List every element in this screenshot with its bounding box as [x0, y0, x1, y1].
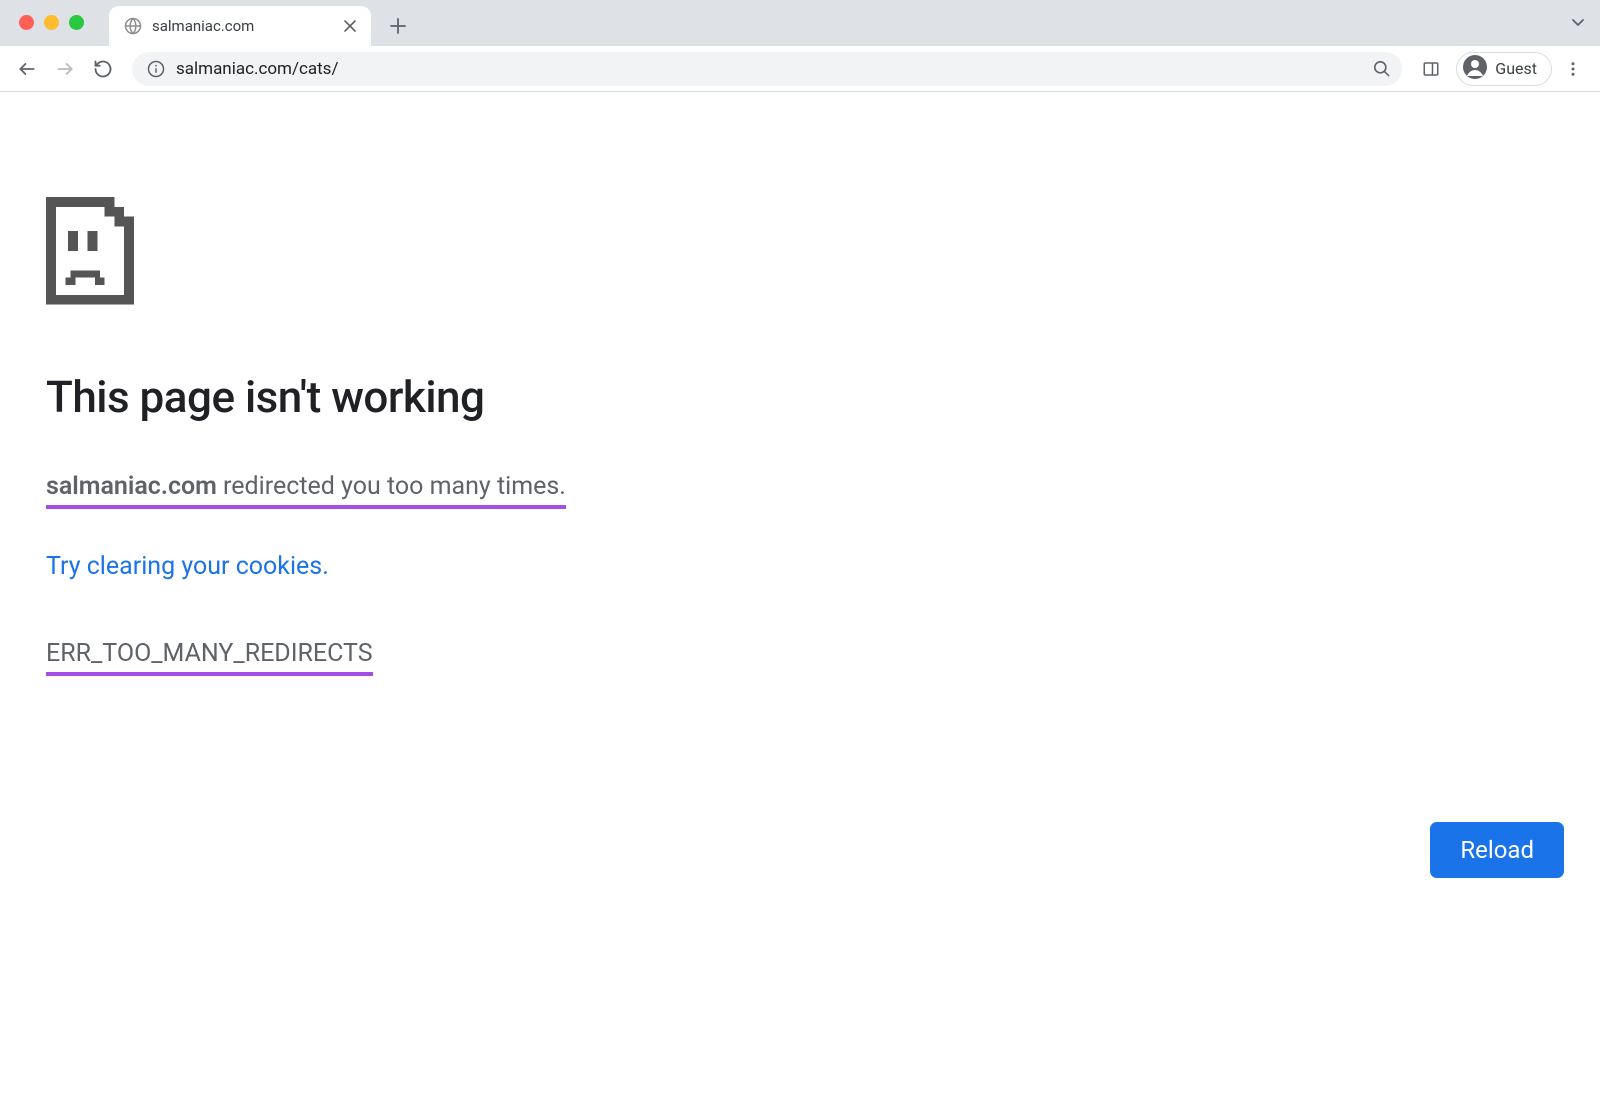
chevron-down-icon [1570, 14, 1586, 30]
kebab-icon [1564, 60, 1582, 78]
error-title: This page isn't working [46, 371, 1554, 423]
error-redirect-message: salmaniac.com redirected you too many ti… [46, 471, 566, 510]
close-icon [344, 20, 356, 32]
new-tab-button[interactable] [381, 9, 415, 43]
window-controls [19, 15, 84, 30]
back-button[interactable] [10, 52, 44, 86]
avatar-icon [1463, 55, 1487, 83]
error-page: This page isn't working salmaniac.com re… [0, 92, 1600, 676]
toolbar: Guest [0, 46, 1600, 92]
error-redirect-text: redirected you too many times. [217, 472, 566, 501]
reload-button[interactable]: Reload [1430, 822, 1564, 878]
url-input[interactable] [176, 59, 1360, 79]
magnifier-icon [1372, 59, 1391, 78]
globe-icon [123, 17, 142, 36]
side-panel-button[interactable] [1414, 52, 1448, 86]
arrow-left-icon [17, 59, 37, 79]
tab-strip: salmaniac.com [0, 0, 1600, 46]
zoom-button[interactable] [1370, 58, 1392, 80]
error-cookies-line: Try clearing your cookies. [46, 551, 1554, 584]
close-tab-button[interactable] [341, 17, 359, 35]
browser-tab[interactable]: salmaniac.com [109, 6, 371, 46]
arrow-right-icon [55, 59, 75, 79]
clear-cookies-link[interactable]: Try clearing your cookies [46, 552, 322, 581]
reload-toolbar-button[interactable] [86, 52, 120, 86]
panel-icon [1422, 60, 1440, 78]
forward-button[interactable] [48, 52, 82, 86]
tabs-dropdown-button[interactable] [1570, 14, 1586, 34]
window-maximize-button[interactable] [69, 15, 84, 30]
period: . [322, 552, 329, 581]
profile-label: Guest [1495, 59, 1537, 78]
profile-button[interactable]: Guest [1456, 52, 1552, 86]
reload-icon [93, 59, 113, 79]
chrome-menu-button[interactable] [1556, 52, 1590, 86]
info-icon [147, 60, 165, 78]
plus-icon [390, 18, 406, 34]
error-code: ERR_TOO_MANY_REDIRECTS [46, 638, 373, 677]
sad-file-icon [46, 197, 134, 305]
site-info-button[interactable] [146, 59, 166, 79]
window-close-button[interactable] [19, 15, 34, 30]
address-bar[interactable] [132, 52, 1402, 86]
tab-title: salmaniac.com [152, 17, 341, 35]
window-minimize-button[interactable] [44, 15, 59, 30]
error-host: salmaniac.com [46, 472, 217, 501]
